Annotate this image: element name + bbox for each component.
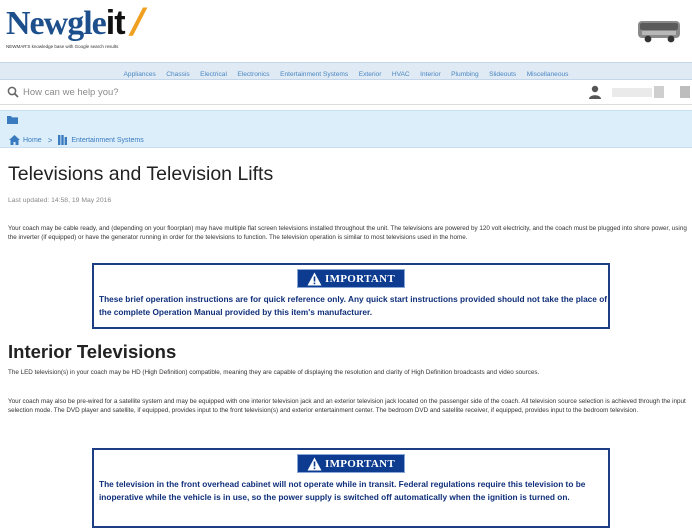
- important-badge: IMPORTANT: [297, 454, 405, 473]
- nav-link-plumbing[interactable]: Plumbing: [451, 66, 479, 79]
- warning-icon: [307, 457, 322, 470]
- nav-link-entertainment-systems[interactable]: Entertainment Systems: [280, 66, 348, 79]
- led-paragraph: The LED television(s) in your coach may …: [8, 369, 540, 376]
- site-logo[interactable]: Newgleit / NEWMAR'S knowledge base with …: [6, 2, 176, 56]
- important-badge: IMPORTANT: [297, 269, 405, 288]
- nav-link-electrical[interactable]: Electrical: [200, 66, 227, 79]
- logo-tagline: NEWMAR'S knowledge base with Google sear…: [6, 44, 119, 49]
- nav-link-appliances[interactable]: Appliances: [124, 66, 156, 79]
- important-text-2: The television in the front overhead cab…: [99, 479, 586, 502]
- breadcrumb-current[interactable]: Entertainment Systems: [71, 137, 143, 144]
- nav-link-exterior[interactable]: Exterior: [359, 66, 382, 79]
- nav-link-miscellaneous[interactable]: Miscellaneous: [527, 66, 569, 79]
- last-updated: Last updated: 14:58, 19 May 2016: [8, 197, 112, 204]
- important-label: IMPORTANT: [325, 457, 395, 470]
- nav-link-interior[interactable]: Interior: [420, 66, 441, 79]
- search-input[interactable]: [23, 84, 323, 101]
- logo-wordmark: Newgleit: [6, 4, 126, 43]
- folder-icon[interactable]: [7, 115, 18, 124]
- logo-swoosh: /: [125, 2, 150, 44]
- user-menu-placeholder: [612, 88, 652, 97]
- important-label: IMPORTANT: [325, 272, 395, 285]
- page-title: Televisions and Television Lifts: [8, 163, 274, 185]
- intro-paragraph: Your coach may be cable ready, and (depe…: [8, 225, 687, 241]
- satellite-paragraph: Your coach may also be pre-wired for a s…: [8, 398, 686, 414]
- breadcrumb-separator: >: [47, 135, 53, 145]
- breadcrumb-home[interactable]: Home: [23, 137, 42, 144]
- important-notice-2: IMPORTANT The television in the front ov…: [92, 448, 610, 528]
- logo-word-newgle: Newgle: [6, 5, 107, 42]
- user-icon[interactable]: [588, 85, 602, 99]
- nav-link-chassis[interactable]: Chassis: [166, 66, 189, 79]
- logo-word-it: it: [105, 4, 126, 42]
- important-text-1: These brief operation instructions are f…: [99, 294, 608, 317]
- section-title-interior-televisions: Interior Televisions: [8, 341, 177, 362]
- important-notice-1: IMPORTANT These brief operation instruct…: [92, 263, 610, 329]
- breadcrumb: Home > Entertainment Systems: [9, 134, 144, 146]
- breadcrumb-band: Home > Entertainment Systems: [0, 110, 692, 148]
- site-header: Newgleit / NEWMAR'S knowledge base with …: [0, 0, 692, 62]
- nav-link-hvac[interactable]: HVAC: [392, 66, 410, 79]
- nav-link-slideouts[interactable]: Slideouts: [489, 66, 516, 79]
- search-icon[interactable]: [7, 86, 19, 98]
- rv-motorhome-icon: [638, 21, 680, 43]
- nav-link-electronics[interactable]: Electronics: [237, 66, 269, 79]
- toolbar-button-placeholder[interactable]: [654, 86, 664, 98]
- tv-icon: [58, 135, 68, 145]
- warning-icon: [307, 272, 322, 285]
- home-icon[interactable]: [9, 135, 20, 145]
- search-bar: [0, 80, 692, 105]
- toolbar-button-placeholder-2[interactable]: [680, 86, 690, 98]
- category-nav: Appliances Chassis Electrical Electronic…: [0, 62, 692, 80]
